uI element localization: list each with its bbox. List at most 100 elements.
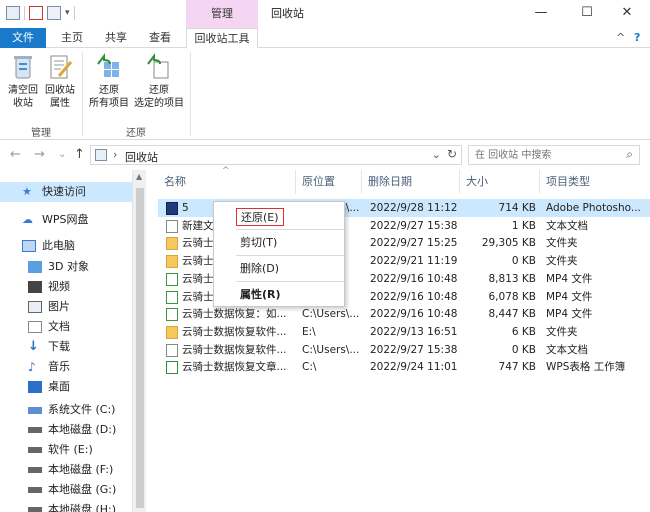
file-date-deleted: 2022/9/28 11:12 (370, 202, 458, 214)
recycle-bin-window-icon (6, 6, 20, 20)
star-icon: ★ (22, 185, 32, 198)
back-arrow-icon[interactable]: ← (10, 147, 21, 162)
title-bar: ▾ 管理 回收站 — ☐ ✕ (0, 0, 650, 28)
table-row[interactable]: 云骑士数据恢复软件... C:\Users\... 2022/9/27 15:38 0… (158, 341, 650, 359)
psd-file-icon (166, 202, 178, 215)
nav-label: 软件 (E:) (48, 443, 93, 456)
menu-item-delete[interactable]: 删除(D) (240, 260, 279, 278)
nav-item-drive-e[interactable]: 软件 (E:) (0, 440, 132, 460)
properties-label-1: 回收站 (45, 85, 75, 96)
menu-item-restore[interactable]: 还原(E) (236, 208, 284, 226)
file-original-location: C:\Users\... (302, 308, 360, 321)
properties-check-icon[interactable] (29, 6, 43, 20)
qat-dropdown-icon[interactable]: ▾ (65, 8, 70, 18)
breadcrumb-recycle-bin[interactable]: 回收站 (125, 149, 158, 165)
file-size: 8,813 KB (488, 272, 537, 285)
file-item-type: 文件夹 (546, 237, 578, 250)
video-file-icon (166, 290, 178, 304)
tab-home[interactable]: 主页 (52, 28, 92, 48)
tab-file[interactable]: 文件 (0, 28, 46, 48)
nav-item-drive-h[interactable]: 本地磁盘 (H:) (0, 500, 132, 512)
help-button[interactable]: ? (634, 28, 640, 48)
music-icon: ♪ (28, 360, 36, 374)
column-header-size[interactable]: 大小 (460, 170, 540, 194)
recent-locations-icon[interactable]: ⌄ (58, 149, 66, 160)
up-arrow-icon[interactable]: ↑ (74, 147, 85, 162)
nav-item-quick-access[interactable]: ★ 快速访问 (0, 182, 132, 202)
ribbon-tabs: 文件 主页 共享 查看 回收站工具 ^ ? (0, 28, 650, 49)
nav-item-music[interactable]: ♪ 音乐 (0, 357, 132, 377)
close-button[interactable]: ✕ (604, 0, 650, 28)
nav-label: 桌面 (48, 380, 70, 393)
file-date-deleted: 2022/9/21 11:19 (370, 255, 458, 268)
nav-item-documents[interactable]: 文档 (0, 317, 132, 337)
nav-label: 此电脑 (42, 239, 75, 252)
properties-icon (45, 52, 75, 82)
tab-share[interactable]: 共享 (96, 28, 136, 48)
column-header-date-deleted[interactable]: 删除日期 (362, 170, 460, 194)
refresh-icon[interactable]: ↻ (447, 147, 457, 161)
ribbon-collapse-button[interactable]: ^ (616, 28, 625, 48)
nav-item-wps-cloud[interactable]: ☁ WPS网盘 (0, 210, 132, 230)
nav-label: 本地磁盘 (F:) (48, 463, 114, 476)
nav-item-pictures[interactable]: 图片 (0, 297, 132, 317)
nav-scrollbar[interactable]: ▲ (132, 170, 146, 512)
tab-recycle-bin-tools[interactable]: 回收站工具 (186, 28, 258, 49)
empty-recycle-bin-button[interactable]: 清空回 收站 (4, 52, 42, 110)
file-name: 云骑士数据恢复文章... (182, 361, 287, 374)
menu-separator (236, 255, 344, 256)
nav-label: 音乐 (48, 360, 70, 373)
nav-item-videos[interactable]: 视频 (0, 277, 132, 297)
video-file-icon (166, 308, 178, 322)
table-row[interactable]: 云骑士数据恢复文章... C:\ 2022/9/24 11:01 747 KB WPS表… (158, 358, 650, 376)
nav-item-downloads[interactable]: ↓ 下载 (0, 337, 132, 357)
nav-item-3d-objects[interactable]: 3D 对象 (0, 257, 132, 277)
nav-label: 3D 对象 (48, 260, 89, 273)
nav-item-this-pc[interactable]: 此电脑 (0, 236, 132, 256)
nav-label: 快速访问 (42, 185, 86, 198)
nav-item-drive-f[interactable]: 本地磁盘 (F:) (0, 460, 132, 480)
scroll-up-icon[interactable]: ▲ (136, 172, 142, 181)
download-icon: ↓ (28, 339, 39, 354)
menu-item-properties[interactable]: 属性(R) (240, 286, 281, 304)
nav-label: 视频 (48, 280, 70, 293)
table-row[interactable]: 云骑士数据恢复软件... E:\ 2022/9/13 16:51 6 KB 文件夹 (158, 323, 650, 341)
nav-item-drive-d[interactable]: 本地磁盘 (D:) (0, 420, 132, 440)
file-date-deleted: 2022/9/16 10:48 (370, 272, 458, 285)
recycle-bin-location-icon (95, 149, 107, 161)
table-row[interactable]: 云骑士数据恢复：如... C:\Users\... 2022/9/16 10:48 8… (158, 305, 650, 323)
folder-icon (166, 255, 178, 269)
address-dropdown-icon[interactable]: ⌄ (432, 148, 441, 161)
restore-all-icon (94, 52, 124, 82)
forward-arrow-icon[interactable]: → (34, 147, 45, 162)
restore-all-button[interactable]: 还原 所有项目 (86, 52, 132, 110)
nav-item-drive-c[interactable]: 系统文件 (C:) (0, 400, 132, 420)
file-size: 6 KB (511, 325, 536, 338)
nav-scrollbar-thumb[interactable] (136, 188, 144, 508)
minimize-button[interactable]: — (518, 0, 564, 28)
drive-icon (28, 467, 42, 473)
cloud-icon: ☁ (22, 213, 33, 226)
search-box[interactable]: ⌕ (468, 145, 640, 165)
column-header-item-type[interactable]: 项目类型 (540, 170, 650, 194)
search-input[interactable] (475, 148, 615, 162)
file-date-deleted: 2022/9/16 10:48 (370, 290, 458, 303)
address-bar[interactable]: › 回收站 ⌄ ↻ (90, 145, 462, 165)
column-header-original-location[interactable]: 原位置 (296, 170, 362, 194)
nav-item-drive-g[interactable]: 本地磁盘 (G:) (0, 480, 132, 500)
restore-selected-button[interactable]: 还原 选定的项目 (132, 52, 186, 110)
menu-separator (236, 281, 344, 282)
empty-recycle-bin-icon (8, 52, 38, 82)
tab-view[interactable]: 查看 (140, 28, 180, 48)
nav-item-desktop[interactable]: 桌面 (0, 377, 132, 397)
recycle-bin-properties-button[interactable]: 回收站 属性 (42, 52, 78, 110)
search-icon[interactable]: ⌕ (626, 147, 633, 162)
restore-selected-label-2: 选定的项目 (134, 98, 184, 109)
menu-item-cut[interactable]: 剪切(T) (240, 234, 277, 252)
column-header-name[interactable]: 名称 (158, 170, 296, 194)
file-name: 云骑士数据恢复软件... (182, 343, 287, 356)
context-tab-header: 管理 (186, 0, 258, 28)
new-folder-icon[interactable] (47, 6, 61, 20)
window-title: 回收站 (271, 7, 304, 20)
documents-icon (28, 321, 42, 333)
